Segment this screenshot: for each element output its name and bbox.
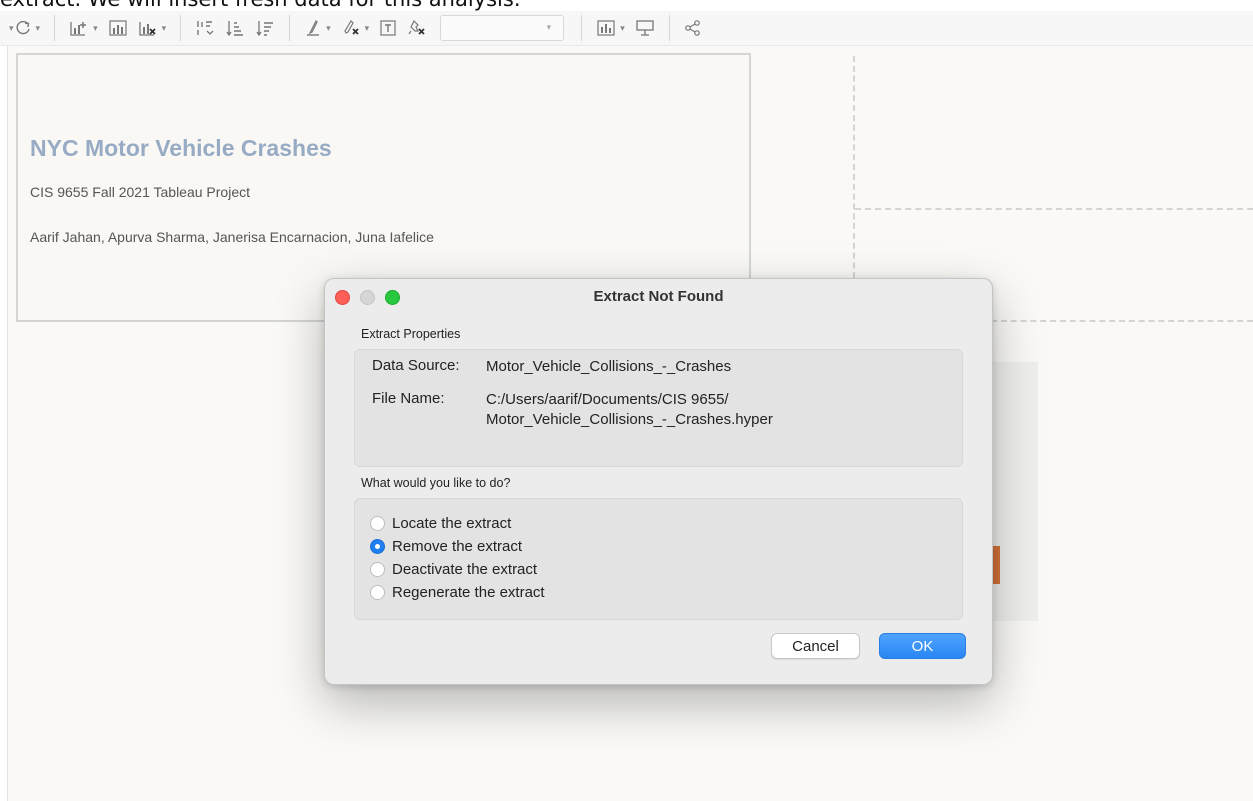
- swap-axes-icon: [197, 21, 214, 35]
- toolbar-separator: [54, 15, 56, 41]
- action-question-label: What would you like to do?: [361, 476, 511, 490]
- show-labels-button[interactable]: [379, 19, 397, 37]
- dropdown-caret-icon: ▾: [93, 22, 98, 33]
- new-worksheet-button[interactable]: ▾: [69, 19, 98, 37]
- sort-descending-icon: [256, 21, 274, 37]
- layout-divider: [991, 320, 1253, 322]
- dashboard-title: NYC Motor Vehicle Crashes: [30, 135, 332, 161]
- dropdown-caret-icon: ▾: [364, 22, 370, 33]
- dropdown-caret-icon: ▾: [620, 22, 625, 33]
- swap-axes-button[interactable]: [195, 19, 215, 37]
- sort-ascending-icon: [226, 21, 244, 37]
- new-worksheet-icon: [70, 22, 87, 36]
- radio-button[interactable]: [370, 584, 385, 600]
- toolbar-separator: [289, 15, 291, 41]
- show-me-button[interactable]: ▾: [596, 19, 625, 37]
- extract-not-found-dialog: Extract Not Found Extract Properties Dat…: [324, 278, 993, 685]
- layout-divider: [855, 208, 1253, 210]
- radio-button-selected[interactable]: [370, 538, 385, 554]
- toolbar-separator: [581, 15, 583, 41]
- option-label: Remove the extract: [392, 537, 523, 555]
- highlight-icon: [307, 19, 320, 36]
- dropdown-caret-icon: ▾: [546, 22, 552, 32]
- sort-ascending-button[interactable]: [225, 19, 245, 37]
- radio-button[interactable]: [370, 561, 385, 577]
- layout-divider: [16, 320, 326, 322]
- option-label: Locate the extract: [392, 514, 512, 532]
- share-icon: [684, 20, 700, 36]
- cancel-button[interactable]: Cancel: [771, 633, 860, 659]
- fix-axes-icon: [408, 19, 425, 35]
- option-label: Deactivate the extract: [392, 560, 538, 578]
- show-labels-icon: [380, 20, 396, 36]
- toolbar: ▾ ▾ ▾ ▾ ▾ ▾ ▾ ▾: [0, 11, 1253, 46]
- data-source-label: Data Source:: [372, 357, 460, 374]
- option-regenerate-extract[interactable]: Regenerate the extract: [370, 581, 545, 603]
- duplicate-sheet-icon: [108, 20, 127, 36]
- file-name-value-line2: Motor_Vehicle_Collisions_-_Crashes.hyper: [486, 411, 773, 428]
- share-button[interactable]: [684, 19, 702, 37]
- show-me-icon: [597, 20, 615, 36]
- dialog-title: Extract Not Found: [593, 288, 724, 305]
- data-source-value: Motor_Vehicle_Collisions_-_Crashes: [486, 358, 732, 375]
- toolbar-separator: [668, 15, 670, 41]
- radio-button[interactable]: [370, 515, 385, 531]
- dashboard-subtitle: CIS 9655 Fall 2021 Tableau Project: [30, 184, 250, 200]
- highlight-button[interactable]: ▾: [304, 19, 331, 37]
- refresh-icon: [16, 20, 30, 35]
- group-members-icon: [343, 20, 359, 35]
- sort-descending-button[interactable]: [255, 19, 275, 37]
- dashboard-authors: Aarif Jahan, Apurva Sharma, Janerisa Enc…: [30, 229, 434, 245]
- layout-divider: [853, 56, 855, 288]
- file-name-label: File Name:: [372, 390, 445, 407]
- fit-dropdown[interactable]: ▾: [440, 15, 565, 41]
- option-deactivate-extract[interactable]: Deactivate the extract: [370, 558, 537, 580]
- toolbar-separator: [180, 15, 182, 41]
- dropdown-caret-icon: ▾: [326, 22, 331, 33]
- clear-sheet-button[interactable]: ▾: [138, 19, 167, 37]
- option-remove-extract[interactable]: Remove the extract: [370, 535, 522, 557]
- fix-axes-button[interactable]: [407, 19, 427, 37]
- duplicate-sheet-button[interactable]: [108, 19, 128, 37]
- group-members-button[interactable]: ▾: [341, 19, 370, 37]
- presentation-icon: [636, 20, 654, 36]
- file-name-value-line1: C:/Users/aarif/Documents/CIS 9655/: [486, 391, 729, 408]
- presentation-mode-button[interactable]: [635, 19, 655, 37]
- ok-button[interactable]: OK: [879, 633, 966, 659]
- refresh-button[interactable]: ▾ ▾: [5, 19, 40, 37]
- clear-sheet-icon: [138, 22, 156, 36]
- dropdown-caret-icon: ▾: [161, 22, 167, 33]
- dialog-titlebar: Extract Not Found: [325, 279, 992, 315]
- dropdown-caret-icon: ▾: [35, 22, 41, 33]
- option-label: Regenerate the extract: [392, 583, 545, 601]
- option-locate-extract[interactable]: Locate the extract: [370, 512, 511, 534]
- extract-properties-label: Extract Properties: [361, 327, 461, 341]
